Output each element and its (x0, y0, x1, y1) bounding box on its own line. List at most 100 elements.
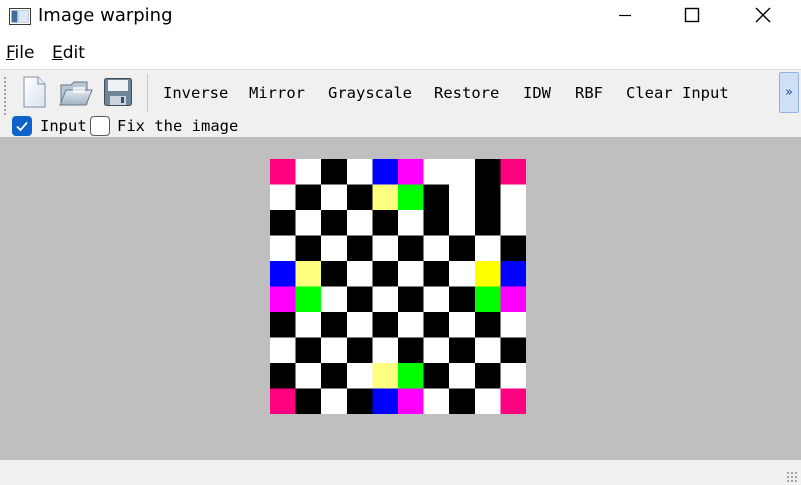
close-button[interactable] (728, 0, 798, 34)
menu-file[interactable]: File (6, 43, 34, 63)
image-cell (423, 286, 450, 313)
window-app-icon (9, 8, 31, 25)
image-canvas-area[interactable] (0, 137, 801, 460)
image-cell (474, 312, 501, 338)
image-cell (500, 184, 526, 211)
image-cell (398, 363, 424, 389)
input-checkbox-label[interactable]: Input (40, 117, 87, 135)
image-cell (474, 210, 501, 236)
fix-image-checkbox[interactable] (90, 116, 110, 136)
image-cell (372, 210, 399, 236)
open-folder-button[interactable] (58, 76, 94, 112)
image-cell (321, 261, 348, 287)
image-cell (295, 337, 322, 364)
image-cell (423, 159, 450, 185)
image-cell (321, 159, 348, 185)
image-cell (346, 337, 373, 364)
image-cell (449, 159, 476, 185)
image-cell (449, 261, 476, 287)
fix-image-checkbox-label[interactable]: Fix the image (117, 117, 238, 135)
image-cell (423, 184, 450, 211)
image-cell (398, 337, 424, 364)
image-cell (500, 388, 526, 414)
image-cell (372, 261, 399, 287)
image-cell (423, 261, 450, 287)
restore-button[interactable]: Restore (434, 84, 499, 102)
image-cell (321, 337, 348, 364)
image-cell (346, 286, 373, 313)
image-cell (474, 184, 501, 211)
image-cell (449, 337, 476, 364)
menu-edit-mnemonic: E (52, 43, 63, 63)
image-cell (500, 286, 526, 313)
image-cell (295, 210, 322, 236)
image-cell (449, 235, 476, 262)
image-cell (500, 159, 526, 185)
image-cell (321, 210, 348, 236)
image-cell (423, 388, 450, 414)
mirror-button[interactable]: Mirror (249, 84, 305, 102)
image-cell (346, 184, 373, 211)
image-cell (500, 312, 526, 338)
image-cell (423, 337, 450, 364)
image-cell (423, 312, 450, 338)
image-cell (321, 184, 348, 211)
window-title: Image warping (38, 5, 173, 26)
image-cell (372, 337, 399, 364)
checkmark-icon (16, 121, 28, 132)
image-cell (295, 235, 322, 262)
image-cell (500, 363, 526, 389)
status-bar (0, 460, 801, 485)
menu-file-label: ile (14, 43, 35, 63)
chevron-right-double-icon: » (785, 85, 793, 100)
image-cell (295, 363, 322, 389)
toolbar: Inverse Mirror Grayscale Restore IDW RBF… (0, 69, 801, 137)
new-file-button[interactable] (16, 76, 52, 112)
close-icon (755, 7, 771, 27)
toolbar-separator (147, 74, 148, 112)
image-cell (295, 184, 322, 211)
maximize-icon (684, 7, 700, 27)
open-folder-icon (59, 77, 93, 111)
maximize-button[interactable] (657, 0, 727, 34)
image-cell (270, 363, 296, 389)
image-cell (270, 210, 296, 236)
image-cell (398, 388, 424, 414)
image-cell (346, 312, 373, 338)
toolbar-grip[interactable] (3, 76, 7, 116)
image-cell (270, 388, 296, 414)
menu-edit[interactable]: Edit (52, 43, 85, 63)
image-cell (423, 210, 450, 236)
image-cell (346, 210, 373, 236)
save-button[interactable] (100, 76, 136, 112)
image-cell (270, 235, 296, 262)
resize-grip[interactable] (786, 471, 798, 483)
image-cell (398, 261, 424, 287)
input-checkbox[interactable] (12, 116, 32, 136)
grayscale-button[interactable]: Grayscale (328, 84, 412, 102)
image-cell (295, 261, 322, 287)
idw-button[interactable]: IDW (523, 84, 551, 102)
image-cell (500, 337, 526, 364)
checkerboard-image[interactable] (270, 159, 526, 414)
image-cell (346, 235, 373, 262)
image-cell (449, 312, 476, 338)
clear-input-button[interactable]: Clear Input (626, 84, 729, 102)
image-cell (423, 363, 450, 389)
image-cell (295, 388, 322, 414)
rbf-button[interactable]: RBF (575, 84, 603, 102)
image-cell (474, 159, 501, 185)
image-cell (346, 388, 373, 414)
toolbar-overflow-button[interactable]: » (779, 72, 799, 113)
inverse-button[interactable]: Inverse (163, 84, 228, 102)
image-cell (270, 184, 296, 211)
image-cell (321, 363, 348, 389)
image-cell (270, 159, 296, 185)
menu-bar: File Edit (0, 40, 801, 68)
image-cell (346, 363, 373, 389)
image-cell (372, 184, 399, 211)
minimize-button[interactable] (590, 0, 660, 34)
save-icon (103, 77, 133, 111)
image-cell (474, 261, 501, 287)
new-file-icon (21, 76, 47, 112)
